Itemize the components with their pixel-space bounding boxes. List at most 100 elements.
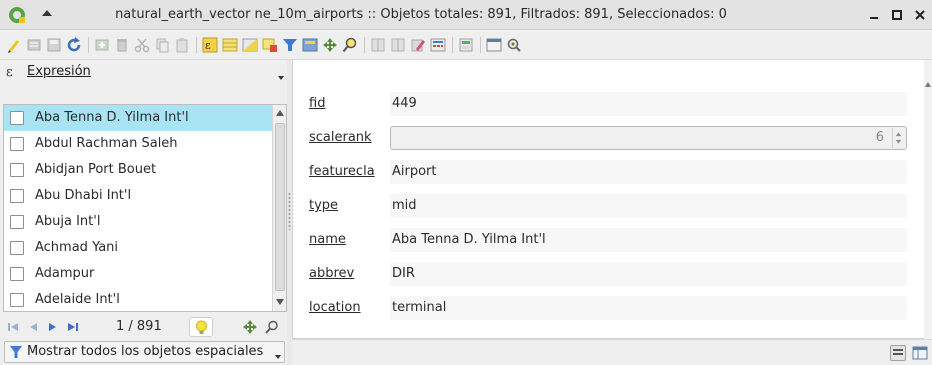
row-checkbox[interactable] bbox=[10, 111, 24, 125]
cut-icon[interactable] bbox=[134, 37, 150, 53]
field-value-text: Aba Tenna D. Yilma Int'l bbox=[392, 232, 546, 247]
multi-edit-icon[interactable] bbox=[26, 37, 42, 53]
minimize-icon[interactable] bbox=[866, 7, 882, 23]
select-by-expression-icon[interactable]: ε bbox=[202, 37, 218, 53]
list-item-label: Aba Tenna D. Yilma Int'l bbox=[35, 110, 189, 125]
list-item[interactable]: Adampur bbox=[4, 261, 272, 287]
zoom-to-selection-icon[interactable] bbox=[342, 37, 358, 53]
filter-label: Mostrar todos los objetos espaciales bbox=[27, 344, 264, 359]
field-row-fid: fid 449 bbox=[293, 88, 927, 122]
field-label: abbrev bbox=[309, 266, 354, 281]
new-field-icon[interactable] bbox=[370, 37, 386, 53]
row-checkbox[interactable] bbox=[10, 189, 24, 203]
delete-field-icon[interactable] bbox=[390, 37, 406, 53]
row-checkbox[interactable] bbox=[10, 267, 24, 281]
feature-navigation: 1 / 891 bbox=[3, 316, 287, 338]
row-checkbox[interactable] bbox=[10, 293, 24, 307]
close-icon[interactable] bbox=[912, 7, 928, 23]
field-value-text: DIR bbox=[392, 266, 415, 281]
field-calculator-icon[interactable] bbox=[430, 37, 446, 53]
scroll-down-icon[interactable] bbox=[275, 298, 285, 306]
splitter-handle[interactable] bbox=[288, 192, 291, 230]
featurecla-field[interactable]: Airport bbox=[390, 160, 907, 184]
conditional-formatting-icon[interactable] bbox=[458, 37, 474, 53]
move-selection-to-top-icon[interactable] bbox=[302, 37, 318, 53]
location-field[interactable]: terminal bbox=[390, 296, 907, 320]
scroll-up-icon[interactable] bbox=[275, 109, 285, 117]
form-scrollbar[interactable] bbox=[924, 60, 932, 339]
list-item[interactable]: Abuja Int'l bbox=[4, 209, 272, 235]
next-feature-icon[interactable] bbox=[47, 321, 59, 333]
paste-icon[interactable] bbox=[174, 37, 190, 53]
dock-attribute-table-icon[interactable] bbox=[486, 37, 502, 53]
scalerank-spinbox[interactable]: 6 bbox=[390, 126, 907, 150]
table-view-icon[interactable] bbox=[912, 345, 928, 361]
spinbox-value: 6 bbox=[875, 130, 884, 145]
row-checkbox[interactable] bbox=[10, 163, 24, 177]
field-label: scalerank bbox=[309, 130, 372, 145]
list-item[interactable]: Achmad Yani bbox=[4, 235, 272, 261]
first-feature-icon[interactable] bbox=[7, 321, 19, 333]
field-label-text: fid bbox=[309, 96, 326, 111]
chevron-down-icon[interactable] bbox=[275, 355, 281, 359]
list-item[interactable]: Abdul Rachman Saleh bbox=[4, 131, 272, 157]
show-all-features-button[interactable]: Mostrar todos los objetos espaciales bbox=[4, 341, 285, 363]
toggle-editing-icon[interactable] bbox=[6, 37, 22, 53]
field-row-featurecla: featurecla Airport bbox=[293, 156, 927, 190]
select-all-icon[interactable] bbox=[222, 37, 238, 53]
list-item[interactable]: Aba Tenna D. Yilma Int'l bbox=[4, 105, 272, 131]
deselect-all-icon[interactable] bbox=[262, 37, 278, 53]
spinbox-arrows-icon[interactable] bbox=[892, 128, 904, 148]
name-field[interactable]: Aba Tenna D. Yilma Int'l bbox=[390, 228, 907, 252]
expression-selector[interactable]: ε Expresión bbox=[6, 62, 287, 82]
fid-field[interactable]: 449 bbox=[390, 92, 907, 116]
form-view-icon bbox=[893, 349, 903, 355]
field-value-text: Airport bbox=[392, 164, 437, 179]
filter-icon bbox=[10, 346, 22, 358]
abbrev-field[interactable]: DIR bbox=[390, 262, 907, 286]
list-item[interactable]: Abidjan Port Bouet bbox=[4, 157, 272, 183]
list-item-label: Abidjan Port Bouet bbox=[35, 162, 157, 177]
type-field[interactable]: mid bbox=[390, 194, 907, 218]
zoom-to-feature-icon[interactable] bbox=[265, 320, 279, 334]
invert-selection-icon[interactable] bbox=[242, 37, 258, 53]
pan-to-feature-icon[interactable] bbox=[243, 320, 257, 334]
field-label: featurecla bbox=[309, 164, 375, 179]
field-value-text: mid bbox=[392, 198, 417, 213]
highlight-feature-button[interactable] bbox=[189, 317, 213, 337]
copy-icon[interactable] bbox=[154, 37, 170, 53]
row-checkbox[interactable] bbox=[10, 137, 24, 151]
scroll-up-icon[interactable] bbox=[925, 82, 931, 87]
scrollbar-thumb[interactable] bbox=[275, 123, 285, 291]
expression-label[interactable]: Expresión bbox=[27, 64, 91, 79]
last-feature-icon[interactable] bbox=[67, 321, 79, 333]
list-item[interactable]: Adelaide Int'l bbox=[4, 287, 272, 311]
edit-field-icon[interactable] bbox=[410, 37, 426, 53]
field-row-name: name Aba Tenna D. Yilma Int'l bbox=[293, 224, 927, 258]
view-switcher-bar bbox=[292, 339, 932, 365]
row-checkbox[interactable] bbox=[10, 241, 24, 255]
maximize-icon[interactable] bbox=[889, 7, 905, 23]
field-row-abbrev: abbrev DIR bbox=[293, 258, 927, 292]
form-view-button[interactable] bbox=[890, 345, 906, 361]
previous-feature-icon[interactable] bbox=[27, 321, 39, 333]
chevron-down-icon[interactable] bbox=[278, 76, 284, 80]
field-row-location: location terminal bbox=[293, 292, 927, 326]
field-label-text: scalerank bbox=[309, 130, 372, 145]
list-item[interactable]: Abu Dhabi Int'l bbox=[4, 183, 272, 209]
field-label: name bbox=[309, 232, 346, 247]
reload-icon[interactable] bbox=[66, 37, 82, 53]
field-label: location bbox=[309, 300, 361, 315]
row-checkbox[interactable] bbox=[10, 215, 24, 229]
pan-to-selection-icon[interactable] bbox=[322, 37, 338, 53]
save-edits-icon[interactable] bbox=[46, 37, 62, 53]
filter-icon[interactable] bbox=[282, 37, 298, 53]
actions-icon[interactable] bbox=[506, 37, 522, 53]
feature-list-scrollbar[interactable] bbox=[272, 105, 286, 311]
list-item-label: Abu Dhabi Int'l bbox=[35, 188, 132, 203]
field-value-text: terminal bbox=[392, 300, 447, 315]
delete-feature-icon[interactable] bbox=[114, 37, 130, 53]
window-titlebar: natural_earth_vector ne_10m_airports :: … bbox=[0, 0, 932, 30]
list-item-label: Abdul Rachman Saleh bbox=[35, 136, 178, 151]
add-feature-icon[interactable] bbox=[94, 37, 110, 53]
